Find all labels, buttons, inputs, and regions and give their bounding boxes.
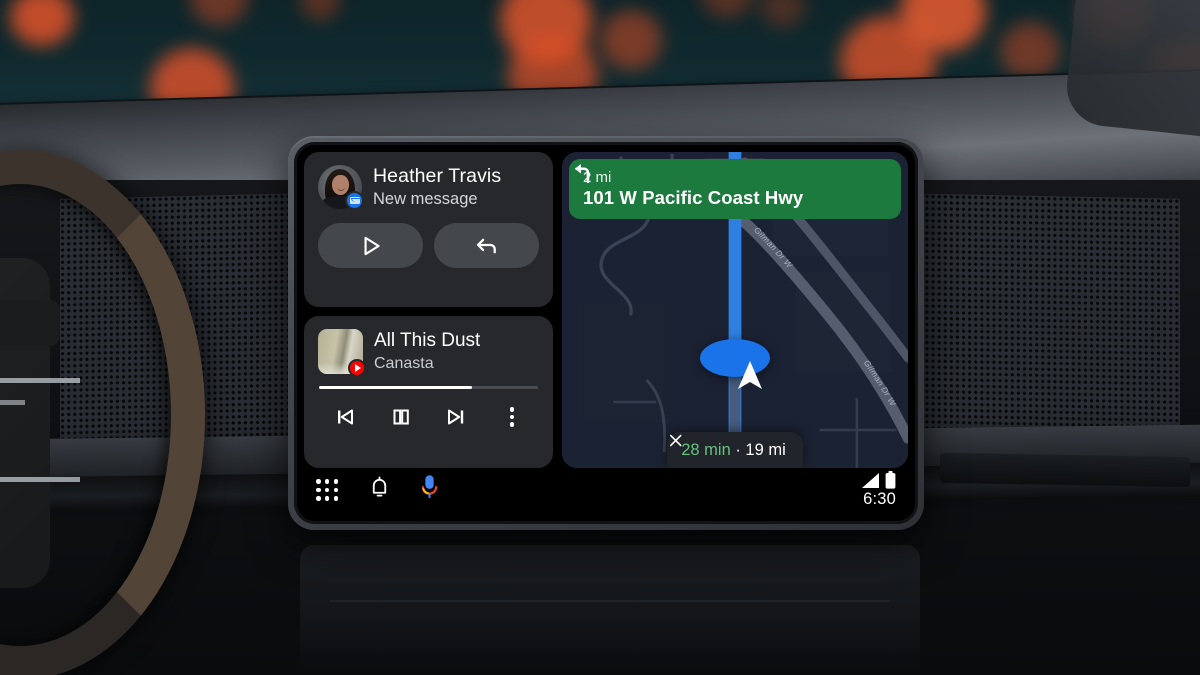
media-artist: Canasta bbox=[374, 354, 434, 372]
play-message-button[interactable] bbox=[318, 223, 423, 269]
pause-icon bbox=[393, 409, 409, 425]
notification-card[interactable]: Heather Travis New message bbox=[304, 152, 553, 307]
media-title: All This Dust bbox=[374, 329, 481, 351]
head-unit-bezel: Heather Travis New message All This Dust… bbox=[288, 136, 924, 530]
media-player-card[interactable]: All This Dust Canasta bbox=[304, 316, 553, 468]
bell-icon bbox=[372, 476, 387, 497]
media-progress-bar[interactable] bbox=[319, 386, 538, 389]
eta-separator: · bbox=[730, 440, 746, 459]
avatar bbox=[318, 165, 364, 211]
a-pillar bbox=[1063, 0, 1200, 138]
navigation-map[interactable]: Gilman Dr W Gilman Dr W 2 mi 101 W Pacif… bbox=[562, 152, 908, 468]
skip-next-icon bbox=[448, 409, 464, 425]
previous-track-button[interactable] bbox=[328, 402, 362, 432]
bokeh-light bbox=[600, 10, 662, 70]
media-overflow-button[interactable] bbox=[495, 402, 529, 432]
bokeh-light bbox=[300, 0, 340, 20]
reply-button[interactable] bbox=[434, 223, 539, 269]
notifications-button[interactable] bbox=[368, 475, 391, 505]
console-seam bbox=[330, 600, 890, 602]
next-track-button[interactable] bbox=[439, 402, 473, 432]
center-console bbox=[300, 545, 920, 675]
media-progress-fill bbox=[319, 386, 473, 389]
car-interior-scene: Heather Travis New message All This Dust… bbox=[0, 0, 1200, 675]
google-messages-icon bbox=[345, 191, 364, 211]
eta-duration: 28 min bbox=[681, 440, 731, 459]
notification-subtitle: New message bbox=[373, 190, 478, 208]
eta-text: 28 min · 19 mi bbox=[681, 441, 786, 460]
bokeh-light bbox=[1000, 22, 1060, 80]
pause-button[interactable] bbox=[384, 402, 418, 432]
play-icon bbox=[364, 236, 380, 255]
infotainment-screen: Heather Travis New message All This Dust… bbox=[294, 142, 918, 524]
turn-left-icon bbox=[574, 163, 590, 184]
youtube-music-icon bbox=[348, 359, 366, 377]
assistant-button[interactable] bbox=[421, 474, 438, 506]
cellular-signal-icon bbox=[862, 473, 879, 488]
google-assistant-mic-icon bbox=[421, 475, 438, 498]
navigation-banner: 2 mi 101 W Pacific Coast Hwy bbox=[569, 159, 901, 219]
navigation-distance: 2 mi bbox=[583, 168, 612, 186]
bokeh-light bbox=[10, 0, 74, 46]
album-art bbox=[318, 329, 366, 377]
apps-grid-icon bbox=[316, 478, 339, 502]
notification-sender: Heather Travis bbox=[373, 165, 502, 187]
status-clock: 6:30 bbox=[863, 490, 896, 508]
status-bar: 6:30 bbox=[294, 462, 918, 524]
skip-previous-icon bbox=[338, 409, 353, 425]
navigation-road-name: 101 W Pacific Coast Hwy bbox=[583, 187, 804, 209]
battery-full-icon bbox=[885, 471, 896, 489]
bokeh-light bbox=[700, 0, 754, 18]
close-icon[interactable] bbox=[667, 432, 684, 449]
eta-distance: 19 mi bbox=[745, 440, 786, 459]
air-vent-right bbox=[940, 452, 1190, 488]
bokeh-light bbox=[760, 0, 806, 28]
speaker-grille-right bbox=[900, 193, 1180, 449]
bokeh-light bbox=[190, 0, 248, 26]
apps-grid-button[interactable] bbox=[316, 478, 339, 502]
more-vertical-icon bbox=[509, 407, 515, 427]
reply-arrow-icon bbox=[476, 238, 496, 254]
